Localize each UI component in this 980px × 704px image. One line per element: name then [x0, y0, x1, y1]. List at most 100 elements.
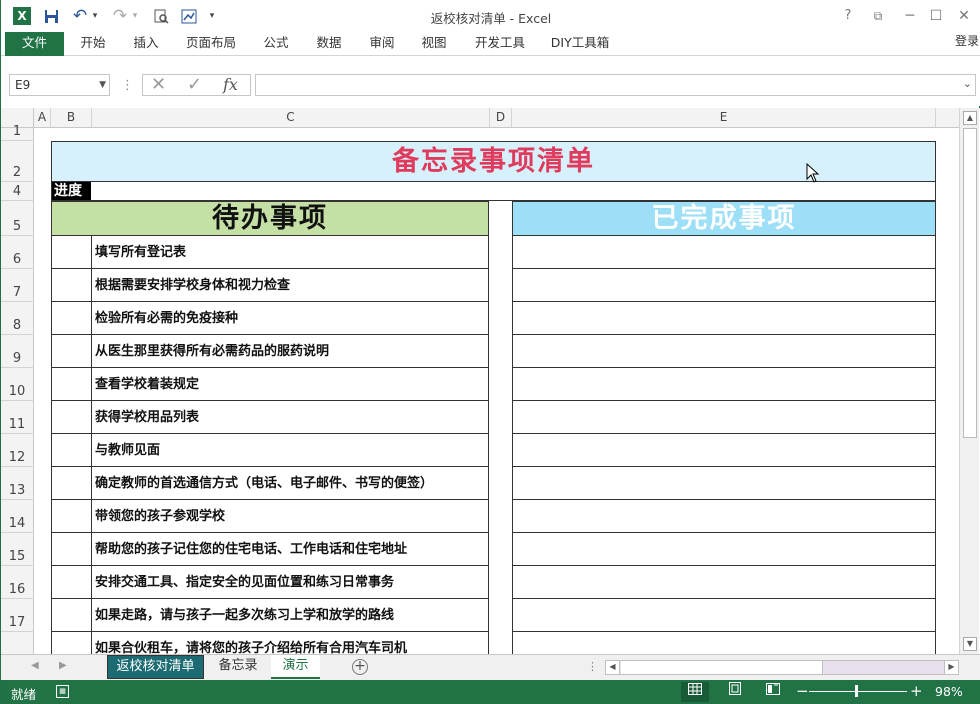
todo-check-cell[interactable] — [51, 368, 92, 401]
insert-function-icon[interactable]: fx — [223, 75, 238, 95]
tab-split-handle-icon[interactable]: ⋮ — [587, 660, 598, 673]
todo-task[interactable]: 确定教师的首选通信方式（电话、电子邮件、书写的便签） — [91, 467, 489, 500]
todo-task[interactable]: 帮助您的孩子记住您的住宅电话、工作电话和住宅地址 — [91, 533, 489, 566]
add-sheet-icon[interactable]: + — [352, 659, 368, 675]
minimize-button[interactable]: ─ — [899, 6, 921, 26]
done-cell[interactable] — [512, 302, 936, 335]
column-header-d[interactable]: D — [490, 108, 512, 128]
zoom-in-icon[interactable]: + — [910, 682, 923, 700]
row-header-2[interactable]: 2 — [1, 141, 34, 182]
todo-task[interactable]: 与教师见面 — [91, 434, 489, 467]
row-header-7[interactable]: 7 — [1, 269, 34, 302]
next-sheet-icon[interactable]: ▶ — [59, 660, 67, 671]
tab-view[interactable]: 视图 — [413, 32, 455, 56]
todo-task[interactable]: 如果走路，请与孩子一起多次练习上学和放学的路线 — [91, 599, 489, 632]
column-header-a[interactable]: A — [34, 108, 51, 128]
help-button[interactable]: ? — [837, 6, 859, 26]
sheet-tab-memo[interactable]: 备忘录 — [209, 655, 267, 679]
todo-check-cell[interactable] — [51, 467, 92, 500]
zoom-level[interactable]: 98% — [935, 684, 963, 699]
done-cell[interactable] — [512, 236, 936, 269]
tab-formulas[interactable]: 公式 — [255, 32, 297, 56]
page-layout-view-icon[interactable] — [721, 682, 749, 702]
todo-check-cell[interactable] — [51, 599, 92, 632]
row-header-14[interactable]: 14 — [1, 500, 34, 533]
todo-check-cell[interactable] — [51, 632, 92, 654]
todo-task[interactable]: 获得学校用品列表 — [91, 401, 489, 434]
tab-file[interactable]: 文件 — [5, 32, 64, 56]
todo-task[interactable]: 如果合伙租车，请将您的孩子介绍给所有合用汽车司机 — [91, 632, 489, 654]
todo-check-cell[interactable] — [51, 533, 92, 566]
horizontal-scroll-thumb[interactable] — [621, 661, 823, 674]
enter-icon[interactable]: ✓ — [187, 75, 202, 95]
horizontal-scrollbar[interactable]: ◀ ▶ — [605, 660, 959, 675]
scroll-right-icon[interactable]: ▶ — [944, 661, 958, 674]
tab-page-layout[interactable]: 页面布局 — [181, 32, 241, 56]
todo-check-cell[interactable] — [51, 434, 92, 467]
tab-review[interactable]: 审阅 — [361, 32, 403, 56]
row-header-11[interactable]: 11 — [1, 401, 34, 434]
vertical-scrollbar[interactable]: ▲ ▼ — [959, 108, 979, 654]
todo-check-cell[interactable] — [51, 236, 92, 269]
name-box-dropdown-icon[interactable]: ▼ — [99, 75, 106, 95]
done-cell-selected[interactable] — [512, 335, 936, 368]
done-cell[interactable] — [512, 599, 936, 632]
row-header-10[interactable]: 10 — [1, 368, 34, 401]
tab-diy-toolbox[interactable]: DIY工具箱 — [547, 32, 613, 56]
tab-insert[interactable]: 插入 — [125, 32, 167, 56]
sign-in-link[interactable]: 登录 — [955, 32, 979, 50]
row-header-15[interactable]: 15 — [1, 533, 34, 566]
done-cell[interactable] — [512, 566, 936, 599]
column-header-e[interactable]: E — [512, 108, 936, 128]
row-header-13[interactable]: 13 — [1, 467, 34, 500]
done-cell[interactable] — [512, 368, 936, 401]
row-header-1[interactable]: 1 — [1, 124, 34, 141]
done-cell[interactable] — [512, 467, 936, 500]
todo-check-cell[interactable] — [51, 269, 92, 302]
todo-task[interactable]: 从医生那里获得所有必需药品的服药说明 — [91, 335, 489, 368]
todo-check-cell[interactable] — [51, 566, 92, 599]
column-header-b[interactable]: B — [51, 108, 92, 128]
done-cell[interactable] — [512, 401, 936, 434]
sheet-tab-demo[interactable]: 演示 — [271, 655, 320, 679]
sheet-tab-checklist[interactable]: 返校核对清单 — [107, 655, 204, 679]
prev-sheet-icon[interactable]: ◀ — [31, 660, 39, 671]
row-header-18[interactable]: 18 — [1, 632, 34, 654]
vertical-scroll-thumb[interactable] — [963, 128, 977, 438]
formula-input[interactable]: ⌄ — [255, 74, 976, 96]
formula-bar-grip-icon[interactable]: ⋮ — [121, 78, 134, 93]
done-cell[interactable] — [512, 434, 936, 467]
zoom-slider-thumb[interactable] — [855, 685, 858, 697]
page-break-preview-icon[interactable] — [759, 682, 787, 702]
close-button[interactable]: ✕ — [953, 6, 975, 26]
todo-task[interactable]: 根据需要安排学校身体和视力检查 — [91, 269, 489, 302]
todo-task[interactable]: 填写所有登记表 — [91, 236, 489, 269]
zoom-out-icon[interactable]: − — [796, 682, 809, 700]
macro-record-icon[interactable]: ▦ — [56, 685, 69, 698]
todo-task[interactable]: 安排交通工具、指定安全的见面位置和练习日常事务 — [91, 566, 489, 599]
row-header-4[interactable]: 4 — [1, 182, 34, 201]
row-header-6[interactable]: 6 — [1, 236, 34, 269]
tab-data[interactable]: 数据 — [308, 32, 350, 56]
row-header-17[interactable]: 17 — [1, 599, 34, 632]
todo-check-cell[interactable] — [51, 335, 92, 368]
progress-row[interactable]: 进度 — [51, 182, 936, 201]
done-header[interactable]: 已完成事项 — [512, 201, 936, 236]
tab-home[interactable]: 开始 — [73, 32, 113, 56]
todo-task[interactable]: 查看学校着装规定 — [91, 368, 489, 401]
row-header-16[interactable]: 16 — [1, 566, 34, 599]
ribbon-display-button[interactable]: ⧉ — [867, 6, 889, 26]
scroll-down-icon[interactable]: ▼ — [963, 637, 977, 651]
done-cell[interactable] — [512, 533, 936, 566]
todo-task[interactable]: 带领您的孩子参观学校 — [91, 500, 489, 533]
done-cell[interactable] — [512, 632, 936, 654]
row-header-12[interactable]: 12 — [1, 434, 34, 467]
todo-check-cell[interactable] — [51, 302, 92, 335]
cancel-icon[interactable]: ✕ — [151, 75, 166, 95]
todo-check-cell[interactable] — [51, 500, 92, 533]
expand-formula-bar-icon[interactable]: ⌄ — [963, 77, 972, 90]
name-box[interactable]: E9 ▼ — [9, 74, 110, 96]
scroll-up-icon[interactable]: ▲ — [963, 111, 977, 125]
maximize-button[interactable]: ☐ — [925, 6, 947, 26]
column-header-c[interactable]: C — [92, 108, 490, 128]
